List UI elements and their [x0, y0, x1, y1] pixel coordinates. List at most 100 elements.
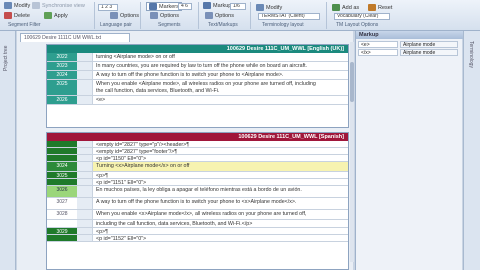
source-panel-header: 100629 Desire 111C_UM_WWL [English (UK)]: [47, 45, 348, 53]
segment-text[interactable]: <p>¶: [93, 228, 348, 234]
synchronise-view-button[interactable]: Synchronise view: [32, 2, 85, 9]
vocabulary-select[interactable]: Vocabulary (Clear): [334, 13, 390, 20]
group-label-tm-options: TM Layout Options: [336, 22, 379, 28]
document-tab[interactable]: 100629 Desire 1111C UM WWL.txt: [20, 33, 130, 42]
segment-status-gutter: [77, 186, 93, 197]
segment-text[interactable]: En muchos países, la ley obliga a apagar…: [93, 186, 348, 197]
segment-number: [47, 179, 77, 185]
segment-status-gutter: [77, 71, 93, 79]
segment-number: 2026: [47, 96, 77, 104]
segment-text[interactable]: When you enable <Airplane mode>, all wir…: [93, 80, 348, 95]
segment-text[interactable]: <e>: [93, 96, 348, 104]
markers-icon: [149, 3, 157, 10]
segment-status-gutter: [77, 235, 93, 241]
markups-icon: [203, 2, 211, 9]
ribbon-toolbar: Modify Synchronise view Delete Apply Seg…: [0, 0, 480, 31]
reset-icon: [368, 4, 376, 11]
segment-status-gutter: [77, 80, 93, 95]
segment-row[interactable]: 3029 <p>¶: [47, 228, 348, 235]
markup-row[interactable]: <e> Airplane mode: [358, 41, 461, 48]
segment-row[interactable]: <p id="1150" Ell="0">: [47, 155, 348, 162]
pencil-icon: [256, 4, 264, 11]
group-label-segments: Segments: [158, 22, 181, 28]
group-label-language-pair: Language pair: [100, 22, 132, 28]
language-select-a[interactable]: 1 2 3: [98, 4, 118, 11]
delete-icon: [4, 12, 12, 19]
segment-status-gutter: [77, 162, 93, 171]
group-separator: [250, 2, 251, 29]
segment-text[interactable]: <p>¶: [93, 172, 348, 178]
markup-tag-cell: </x>: [358, 49, 398, 56]
modify-button[interactable]: Modify: [4, 2, 30, 9]
add-icon: [332, 4, 340, 11]
target-panel: 100629 Desire 111C_UM_WWL [Spanish] <emp…: [46, 132, 349, 270]
segment-row[interactable]: 3028 When you enable <x>Airplane mode</x>…: [47, 210, 348, 220]
segment-text[interactable]: <empty id="2827" type="p"/><header>¶: [93, 141, 348, 147]
segment-status-gutter: [77, 53, 93, 61]
segment-row[interactable]: <empty id="2827" type="footer"/>¶: [47, 148, 348, 155]
segment-row[interactable]: including the call function, data servic…: [47, 220, 348, 228]
options-button-3[interactable]: Options: [205, 12, 234, 19]
reset-button[interactable]: Reset: [368, 4, 392, 11]
segment-row[interactable]: <empty id="2827" type="p"/><header>¶: [47, 141, 348, 148]
apply-button[interactable]: Apply: [44, 12, 68, 19]
term-select[interactable]: TERMSTAT (Client): [258, 13, 320, 20]
segment-row[interactable]: 2024 A way to turn off the phone function…: [47, 71, 348, 80]
segment-status-gutter: [77, 172, 93, 178]
apply-icon: [44, 12, 52, 19]
segment-text[interactable]: including the call function, data servic…: [93, 220, 348, 227]
scrollbar-thumb[interactable]: [350, 62, 354, 102]
segment-row[interactable]: 2022 turning <Airplane mode> on or off: [47, 53, 348, 62]
markup-row[interactable]: </x> Airplane mode: [358, 49, 461, 56]
marker-select[interactable]: 4 6: [178, 3, 192, 10]
segment-text[interactable]: When you enable <x>Airplane mode</x>, al…: [93, 210, 348, 219]
segment-number: [47, 148, 77, 154]
options-button-1[interactable]: Options: [110, 12, 139, 19]
segment-row[interactable]: <p id="1151" Ell="0">: [47, 179, 348, 186]
group-separator: [94, 2, 95, 29]
markup-count-select[interactable]: 1/6: [230, 3, 246, 10]
segment-row[interactable]: 3027 A way to turn off the phone function…: [47, 198, 348, 210]
delete-button[interactable]: Delete: [4, 12, 30, 19]
target-panel-header: 100629 Desire 111C_UM_WWL [Spanish]: [47, 133, 348, 141]
markers-button[interactable]: Markers: [146, 2, 182, 11]
segment-row[interactable]: 3024 Turning <x>Airplane mode</x> on or o…: [47, 162, 348, 172]
segment-number: 3024: [47, 162, 77, 171]
segment-row[interactable]: 2026 <e>: [47, 96, 348, 105]
segment-row[interactable]: 3025 <p>¶: [47, 172, 348, 179]
segment-text[interactable]: A way to turn off the phone function is …: [93, 198, 348, 209]
segment-text[interactable]: <p id="1152" Ell="0">: [93, 235, 348, 241]
segment-text-continued: the call function, data services, Blueto…: [96, 87, 220, 94]
segment-text[interactable]: Turning <x>Airplane mode</x> on or off: [93, 162, 348, 171]
options-icon: [110, 12, 118, 19]
segment-text[interactable]: <empty id="2827" type="footer"/>¶: [93, 148, 348, 154]
segment-number: 3027: [47, 198, 77, 209]
segment-number: 3029: [47, 228, 77, 234]
segment-text[interactable]: A way to turn off the phone function is …: [93, 71, 348, 79]
editor-scrollbar[interactable]: [350, 42, 354, 262]
segment-row[interactable]: <p id="1152" Ell="0">: [47, 235, 348, 242]
terminology-rail[interactable]: Terminology: [463, 31, 480, 270]
segment-status-gutter: [77, 148, 93, 154]
options-button-2[interactable]: Options: [150, 12, 179, 19]
segment-text[interactable]: turning <Airplane mode> on or off: [93, 53, 348, 61]
segment-row[interactable]: 3026 En muchos países, la ley obliga a ap…: [47, 186, 348, 198]
modify-button-2[interactable]: Modify: [256, 4, 282, 11]
segment-row[interactable]: 2025 When you enable <Airplane mode>, all…: [47, 80, 348, 96]
options-icon: [150, 12, 158, 19]
source-panel: 100629 Desire 111C_UM_WWL [English (UK)]…: [46, 44, 349, 128]
segment-row[interactable]: 2023 In many countries, you are required …: [47, 62, 348, 71]
segment-text[interactable]: <p id="1151" Ell="0">: [93, 179, 348, 185]
group-label-segment-filter: Segment Filter: [8, 22, 41, 28]
segment-number: [47, 235, 77, 241]
markup-pane-title: Markup: [356, 31, 463, 39]
segment-number: [47, 155, 77, 161]
project-tree-rail[interactable]: Project tree: [0, 31, 16, 270]
segment-text[interactable]: <p id="1150" Ell="0">: [93, 155, 348, 161]
segment-text[interactable]: In many countries, you are required by l…: [93, 62, 348, 70]
markup-tag-cell: <e>: [358, 41, 398, 48]
add-as-button[interactable]: Add as: [332, 4, 359, 11]
segment-number: 2022: [47, 53, 77, 61]
segment-status-gutter: [77, 179, 93, 185]
pencil-icon: [4, 2, 12, 9]
